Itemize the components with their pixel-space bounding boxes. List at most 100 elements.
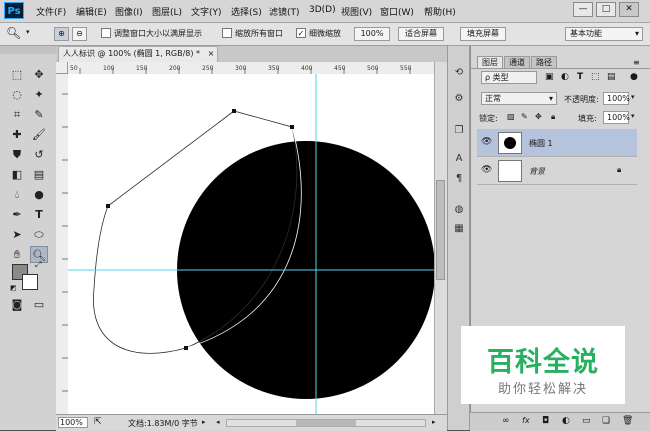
- scroll-right-icon[interactable]: ▸: [432, 418, 436, 426]
- menu-edit[interactable]: 编辑(E): [76, 5, 107, 18]
- menu-view[interactable]: 视图(V): [341, 5, 372, 18]
- lock-all-icon[interactable]: 🔒︎: [551, 112, 555, 122]
- close-tab-icon[interactable]: ×: [208, 49, 215, 58]
- eraser-tool-icon[interactable]: ◧: [8, 166, 26, 183]
- layer-filter-select[interactable]: ρ 类型: [481, 71, 537, 84]
- document-canvas[interactable]: [68, 74, 434, 414]
- menu-type[interactable]: 文字(Y): [191, 5, 222, 18]
- menu-help[interactable]: 帮助(H): [424, 5, 456, 18]
- filter-pixel-icon[interactable]: ▣: [545, 72, 554, 82]
- fill-screen-button[interactable]: 填充屏幕: [460, 27, 506, 41]
- background-color-swatch[interactable]: [22, 274, 38, 290]
- history-brush-tool-icon[interactable]: ↺: [30, 146, 48, 163]
- character-panel-icon[interactable]: A: [452, 152, 466, 166]
- filter-adjustment-icon[interactable]: ◐: [561, 72, 569, 82]
- blur-tool-icon[interactable]: 💧︎: [8, 186, 26, 203]
- ruler-origin[interactable]: [56, 62, 68, 74]
- hand-tool-icon[interactable]: ✋︎: [8, 246, 26, 263]
- swatches-panel-icon[interactable]: ◍: [452, 203, 466, 217]
- fill-arrow-icon[interactable]: ▾: [631, 112, 635, 120]
- eye-icon[interactable]: 👁︎: [481, 165, 492, 175]
- crop-tool-icon[interactable]: ⌗: [8, 106, 26, 123]
- blend-mode-select[interactable]: 正常 ▾: [481, 92, 557, 105]
- filter-toggle-icon[interactable]: ●: [630, 72, 638, 82]
- dodge-tool-icon[interactable]: ●: [30, 186, 48, 203]
- fill-field[interactable]: 100%: [603, 111, 630, 124]
- layer-row-ellipse[interactable]: 👁︎ 椭圆 1: [477, 129, 637, 157]
- scrubby-zoom-checkbox[interactable]: ✓: [296, 28, 306, 38]
- resize-windows-checkbox[interactable]: [101, 28, 111, 38]
- eyedropper-tool-icon[interactable]: ✎: [30, 106, 48, 123]
- panel-menu-icon[interactable]: ≡: [633, 58, 640, 67]
- marquee-tool-icon[interactable]: ⬚: [8, 66, 26, 83]
- opacity-arrow-icon[interactable]: ▾: [631, 93, 635, 101]
- history-panel-icon[interactable]: ⟲: [452, 66, 466, 80]
- menu-image[interactable]: 图像(I): [115, 5, 143, 18]
- menu-3d[interactable]: 3D(D): [309, 5, 336, 15]
- layer-comps-icon[interactable]: ❐: [452, 124, 466, 138]
- menu-layer[interactable]: 图层(L): [152, 5, 182, 18]
- toolbar-grip[interactable]: [0, 46, 56, 54]
- tab-layers[interactable]: 图层: [477, 56, 503, 68]
- adjustment-icon[interactable]: ◐: [562, 416, 570, 426]
- layer-name[interactable]: 椭圆 1: [529, 138, 553, 149]
- horizontal-scrollbar-thumb[interactable]: [296, 420, 356, 426]
- menu-file[interactable]: 文件(F): [36, 5, 66, 18]
- move-tool-icon[interactable]: ✥: [30, 66, 48, 83]
- ellipse-tool-icon[interactable]: ⬭: [30, 226, 48, 243]
- tab-paths[interactable]: 路径: [531, 56, 557, 68]
- opacity-field[interactable]: 100%: [603, 92, 630, 105]
- scroll-left-icon[interactable]: ◂: [216, 418, 220, 426]
- clone-stamp-tool-icon[interactable]: ⛊: [8, 146, 26, 163]
- lasso-tool-icon[interactable]: ◌: [8, 86, 26, 103]
- actual-pixels-button[interactable]: 100%: [354, 27, 390, 41]
- magic-wand-tool-icon[interactable]: ✦: [30, 86, 48, 103]
- document-tab[interactable]: 人人标识 @ 100% (椭圆 1, RGB/8) * ×: [58, 46, 218, 62]
- tool-preset-arrow-icon[interactable]: ▾: [26, 28, 30, 36]
- scrollbar-thumb[interactable]: [436, 180, 445, 280]
- eye-icon[interactable]: 👁︎: [481, 137, 492, 147]
- maximize-button[interactable]: □: [596, 2, 616, 17]
- healing-brush-tool-icon[interactable]: ✚: [8, 126, 26, 143]
- styles-panel-icon[interactable]: ▦: [452, 222, 466, 236]
- filter-shape-icon[interactable]: ⬚: [591, 72, 600, 82]
- fx-icon[interactable]: fx: [522, 416, 530, 425]
- menu-select[interactable]: 选择(S): [231, 5, 262, 18]
- lock-position-icon[interactable]: ✥: [535, 112, 542, 121]
- zoom-all-windows-checkbox[interactable]: [222, 28, 232, 38]
- group-icon[interactable]: ▭: [582, 416, 591, 426]
- zoom-out-button[interactable]: ⊖: [72, 27, 87, 41]
- menu-window[interactable]: 窗口(W): [380, 5, 414, 18]
- menu-filter[interactable]: 滤镜(T): [269, 5, 300, 18]
- close-window-button[interactable]: ✕: [619, 2, 639, 17]
- fit-screen-button[interactable]: 适合屏幕: [398, 27, 444, 41]
- type-tool-icon[interactable]: T: [30, 206, 48, 223]
- quick-mask-icon[interactable]: ◙: [8, 296, 26, 313]
- trash-icon[interactable]: 🗑︎: [622, 416, 633, 426]
- default-colors-icon[interactable]: ◩: [10, 284, 17, 292]
- new-layer-icon[interactable]: ❏: [602, 416, 610, 426]
- filter-type-icon[interactable]: T: [577, 72, 583, 82]
- brush-tool-icon[interactable]: 🖌︎: [30, 126, 48, 143]
- link-icon[interactable]: ∞: [502, 416, 510, 426]
- swap-colors-icon[interactable]: ⤢: [35, 260, 41, 270]
- layer-row-background[interactable]: 👁︎ 背景 🔒︎: [477, 157, 637, 185]
- tab-channels[interactable]: 通道: [504, 56, 530, 68]
- zoom-tool-icon[interactable]: 🔍︎: [6, 26, 21, 40]
- status-menu-arrow-icon[interactable]: ▸: [202, 418, 206, 426]
- path-selection-tool-icon[interactable]: ➤: [8, 226, 26, 243]
- pen-tool-icon[interactable]: ✒: [8, 206, 26, 223]
- layer-name[interactable]: 背景: [529, 166, 545, 177]
- workspace-select[interactable]: 基本功能 ▾: [565, 27, 643, 41]
- properties-panel-icon[interactable]: ⚙: [452, 92, 466, 106]
- lock-pixels-icon[interactable]: ✎: [521, 112, 528, 121]
- export-icon[interactable]: ⇱: [94, 417, 102, 427]
- zoom-in-button[interactable]: ⊕: [54, 27, 69, 41]
- filter-smart-object-icon[interactable]: ▤: [607, 72, 616, 82]
- gradient-tool-icon[interactable]: ▤: [30, 166, 48, 183]
- screen-mode-icon[interactable]: ▭: [30, 296, 48, 313]
- minimize-button[interactable]: —: [573, 2, 593, 17]
- lock-transparent-icon[interactable]: ▨: [507, 112, 515, 121]
- paragraph-panel-icon[interactable]: ¶: [452, 172, 466, 186]
- zoom-level-field[interactable]: 100%: [58, 417, 88, 428]
